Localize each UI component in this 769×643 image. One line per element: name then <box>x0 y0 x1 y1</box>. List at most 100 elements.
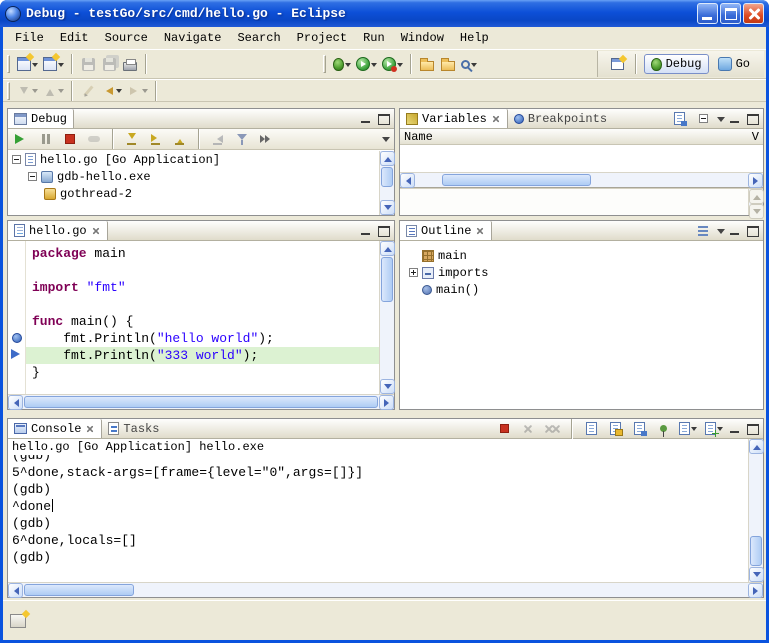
show-on-output-button[interactable] <box>629 417 649 441</box>
minimize-view-button[interactable] <box>360 225 373 236</box>
console-output[interactable]: hello.go [Go Application] hello.exe (gdb… <box>8 439 748 582</box>
scroll-track[interactable] <box>749 454 763 567</box>
suspend-button[interactable] <box>36 127 56 151</box>
collapse-all-button[interactable] <box>693 107 713 131</box>
menu-source[interactable]: Source <box>97 29 156 47</box>
close-button[interactable] <box>743 3 764 24</box>
new-element-button[interactable] <box>41 52 66 76</box>
horizontal-scrollbar[interactable] <box>400 172 763 187</box>
open-file-button[interactable] <box>438 52 458 76</box>
horizontal-scrollbar[interactable] <box>8 394 394 409</box>
remove-launch-button[interactable] <box>518 417 538 441</box>
maximize-view-button[interactable] <box>746 113 759 124</box>
scroll-track[interactable] <box>415 173 748 187</box>
menu-navigate[interactable]: Navigate <box>156 29 230 47</box>
clear-console-button[interactable] <box>581 417 601 441</box>
show-type-names-button[interactable] <box>669 107 689 131</box>
scroll-down-button[interactable] <box>749 567 764 582</box>
step-return-button[interactable] <box>170 127 190 151</box>
column-name[interactable]: Name <box>404 130 433 144</box>
horizontal-scrollbar[interactable] <box>8 582 763 597</box>
save-all-button[interactable] <box>99 52 119 76</box>
scroll-right-button[interactable] <box>748 173 763 188</box>
view-menu-icon[interactable] <box>717 117 725 126</box>
vertical-scrollbar-disabled[interactable] <box>748 189 763 215</box>
debug-tree[interactable]: hello.go [Go Application] gdb-hello.exe … <box>8 151 379 215</box>
terminate-button[interactable] <box>494 417 514 441</box>
forward-button[interactable] <box>125 81 150 101</box>
tree-row[interactable]: hello.go [Go Application] <box>8 151 379 168</box>
menu-search[interactable]: Search <box>229 29 288 47</box>
scroll-thumb[interactable] <box>381 257 393 302</box>
sort-button[interactable] <box>693 219 713 243</box>
last-edit-location-button[interactable] <box>78 81 98 101</box>
drop-to-frame-button[interactable] <box>208 127 228 151</box>
minimize-view-button[interactable] <box>729 113 742 124</box>
menu-file[interactable]: File <box>7 29 52 47</box>
maximize-button[interactable] <box>720 3 741 24</box>
run-button[interactable] <box>354 52 379 76</box>
close-tab-icon[interactable] <box>476 227 484 235</box>
titlebar[interactable]: Debug - testGo/src/cmd/hello.go - Eclips… <box>0 0 769 27</box>
tab-tasks[interactable]: Tasks <box>102 419 165 438</box>
scroll-thumb[interactable] <box>750 536 762 566</box>
annotation-ruler[interactable] <box>8 241 26 394</box>
fast-view-icon[interactable] <box>10 614 26 628</box>
tab-variables[interactable]: Variables <box>400 109 508 128</box>
open-console-button[interactable] <box>703 417 725 441</box>
column-value[interactable]: V <box>752 130 759 144</box>
tab-hello-go[interactable]: hello.go <box>8 221 108 240</box>
search-button[interactable] <box>459 52 479 76</box>
scroll-left-button[interactable] <box>8 583 23 598</box>
toolbar-grip[interactable] <box>7 82 10 100</box>
perspective-go-button[interactable]: Go <box>712 55 756 73</box>
perspective-debug-button[interactable]: Debug <box>644 54 709 74</box>
open-perspective-button[interactable] <box>608 52 628 76</box>
scroll-up-button[interactable] <box>749 439 764 454</box>
step-into-button[interactable] <box>122 127 142 151</box>
scroll-thumb[interactable] <box>24 396 378 408</box>
scroll-down-button[interactable] <box>380 200 395 215</box>
external-tools-button[interactable] <box>380 52 405 76</box>
scroll-thumb[interactable] <box>442 174 592 186</box>
print-button[interactable] <box>120 52 140 76</box>
close-tab-icon[interactable] <box>86 425 94 433</box>
disconnect-button[interactable] <box>84 127 104 151</box>
maximize-view-button[interactable] <box>746 225 759 236</box>
tree-row[interactable]: main <box>400 247 763 264</box>
terminate-button[interactable] <box>60 127 80 151</box>
scroll-up-button[interactable] <box>380 151 395 166</box>
expand-expander-icon[interactable] <box>409 268 418 277</box>
scroll-lock-button[interactable] <box>605 417 625 441</box>
remove-all-terminated-button[interactable] <box>542 417 563 441</box>
maximize-view-button[interactable] <box>377 113 390 124</box>
resume-button[interactable] <box>12 127 32 151</box>
maximize-view-button[interactable] <box>746 423 759 434</box>
tree-row[interactable]: gothread-2 <box>8 185 379 202</box>
tree-row[interactable]: main() <box>400 281 763 298</box>
next-annotation-button[interactable] <box>15 81 40 101</box>
menu-window[interactable]: Window <box>393 29 452 47</box>
minimize-button[interactable] <box>697 3 718 24</box>
scroll-up-button[interactable] <box>749 189 764 204</box>
tree-row[interactable]: imports <box>400 264 763 281</box>
minimize-view-button[interactable] <box>729 225 742 236</box>
close-tab-icon[interactable] <box>92 227 100 235</box>
collapse-expander-icon[interactable] <box>28 172 37 181</box>
tab-outline[interactable]: Outline <box>400 221 492 240</box>
variables-tree[interactable] <box>400 145 763 172</box>
scroll-left-button[interactable] <box>400 173 415 188</box>
vertical-scrollbar[interactable] <box>379 241 394 394</box>
open-resource-button[interactable] <box>417 52 437 76</box>
maximize-view-button[interactable] <box>377 225 390 236</box>
tab-breakpoints[interactable]: Breakpoints <box>508 109 613 128</box>
view-menu-icon[interactable] <box>717 229 725 238</box>
toolbar-overflow-button[interactable] <box>256 127 276 151</box>
view-menu-icon[interactable] <box>382 137 390 146</box>
scroll-right-button[interactable] <box>748 583 763 598</box>
toolbar-grip[interactable] <box>323 55 326 73</box>
menu-run[interactable]: Run <box>355 29 393 47</box>
step-over-button[interactable] <box>146 127 166 151</box>
scroll-track[interactable] <box>23 395 379 409</box>
breakpoint-icon[interactable] <box>12 333 22 343</box>
